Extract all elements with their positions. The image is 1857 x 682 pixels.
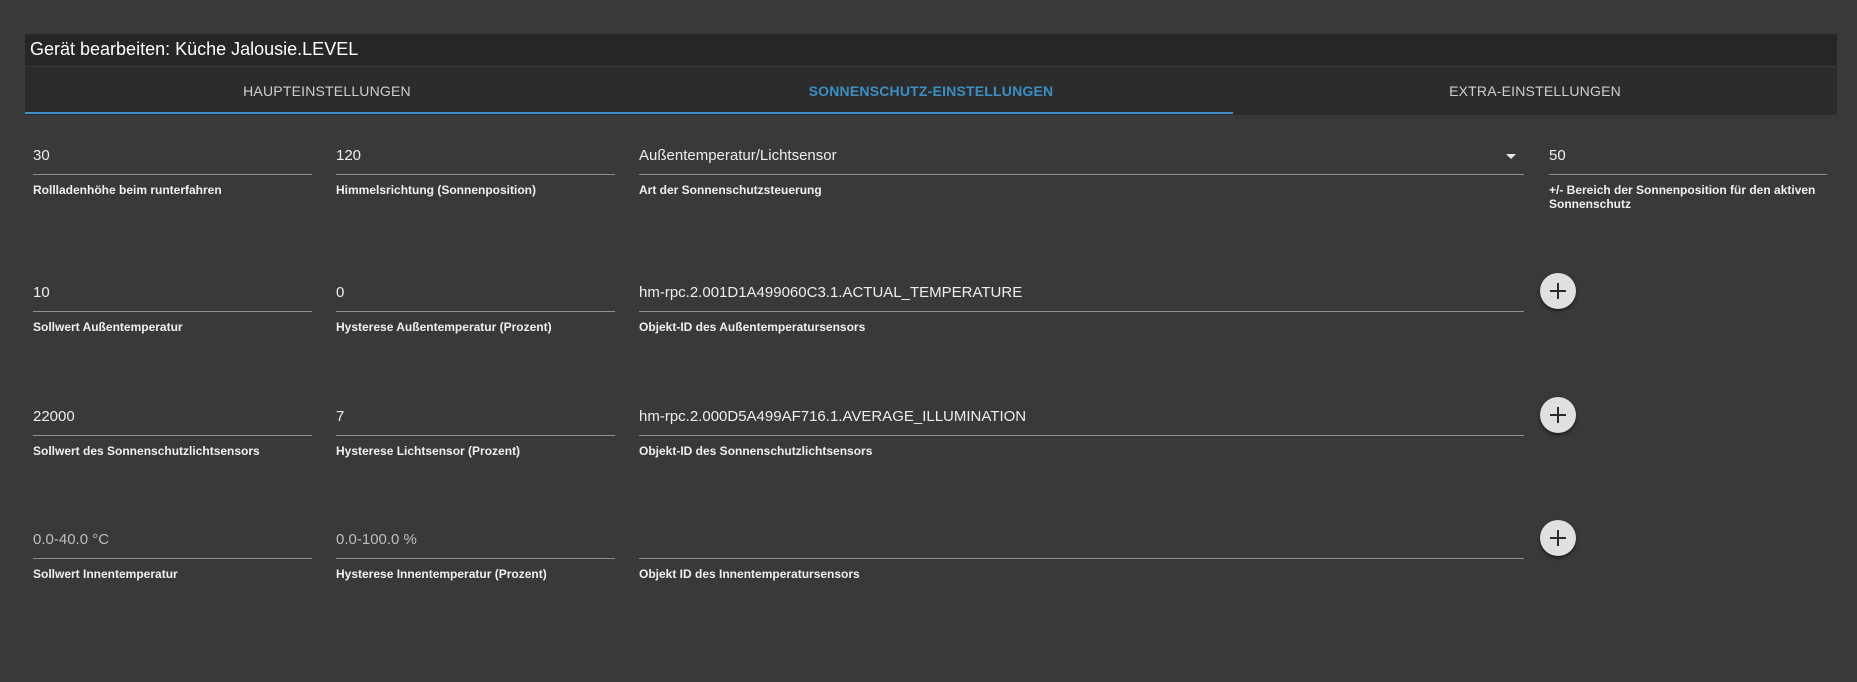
light-setpoint-label: Sollwert des Sonnenschutzlichtsensors xyxy=(33,444,260,458)
sky-direction-input[interactable]: 120 xyxy=(336,144,615,168)
shutter-height-label: Rollladenhöhe beim runterfahren xyxy=(33,183,222,197)
field-underline xyxy=(33,435,312,436)
inside-temp-hysteresis-field[interactable]: 0.0-100.0 % Hysterese Innentemperatur (P… xyxy=(336,528,615,581)
sun-range-input[interactable]: 50 xyxy=(1549,144,1827,168)
outside-temp-hysteresis-input[interactable]: 0 xyxy=(336,281,615,305)
plus-icon xyxy=(1550,407,1566,423)
control-type-label: Art der Sonnenschutzsteuerung xyxy=(639,183,822,197)
outside-temp-hysteresis-label: Hysterese Außentemperatur (Prozent) xyxy=(336,320,552,334)
field-underline xyxy=(33,311,312,312)
outside-temp-hysteresis-field[interactable]: 0 Hysterese Außentemperatur (Prozent) xyxy=(336,281,615,334)
control-type-value[interactable]: Außentemperatur/Lichtsensor xyxy=(639,144,1524,168)
shutter-height-field[interactable]: 30 Rollladenhöhe beim runterfahren xyxy=(33,144,312,197)
active-tab-indicator xyxy=(25,112,1233,114)
inside-temp-sensor-field[interactable]: Objekt ID des Innentemperatursensors xyxy=(639,528,1524,581)
sun-range-field[interactable]: 50 +/- Bereich der Sonnenposition für de… xyxy=(1549,144,1827,211)
light-sensor-field[interactable]: hm-rpc.2.000D5A499AF716.1.AVERAGE_ILLUMI… xyxy=(639,405,1524,458)
add-outside-temp-sensor-button[interactable] xyxy=(1540,273,1576,309)
plus-icon xyxy=(1550,283,1566,299)
tab-haupteinstellungen[interactable]: HAUPTEINSTELLUNGEN xyxy=(25,67,629,115)
dialog-title: Gerät bearbeiten: Küche Jalousie.LEVEL xyxy=(25,34,1837,66)
control-type-select[interactable]: Außentemperatur/Lichtsensor Art der Sonn… xyxy=(639,144,1524,197)
plus-icon xyxy=(1550,530,1566,546)
field-underline xyxy=(639,174,1524,175)
field-underline xyxy=(33,558,312,559)
caret-down-icon[interactable] xyxy=(1506,154,1516,159)
field-underline xyxy=(33,174,312,175)
outside-temp-sensor-input[interactable]: hm-rpc.2.001D1A499060C3.1.ACTUAL_TEMPERA… xyxy=(639,281,1524,305)
field-underline xyxy=(639,435,1524,436)
inside-temp-sensor-label: Objekt ID des Innentemperatursensors xyxy=(639,567,860,581)
inside-temp-setpoint-label: Sollwert Innentemperatur xyxy=(33,567,178,581)
light-setpoint-field[interactable]: 22000 Sollwert des Sonnenschutzlichtsens… xyxy=(33,405,312,458)
outside-temp-setpoint-input[interactable]: 10 xyxy=(33,281,312,305)
inside-temp-setpoint-field[interactable]: 0.0-40.0 °C Sollwert Innentemperatur xyxy=(33,528,312,581)
field-underline xyxy=(639,311,1524,312)
sun-range-label: +/- Bereich der Sonnenposition für den a… xyxy=(1549,183,1816,211)
outside-temp-setpoint-label: Sollwert Außentemperatur xyxy=(33,320,183,334)
inside-temp-hysteresis-label: Hysterese Innentemperatur (Prozent) xyxy=(336,567,547,581)
light-hysteresis-input[interactable]: 7 xyxy=(336,405,615,429)
field-underline xyxy=(639,558,1524,559)
outside-temp-sensor-label: Objekt-ID des Außentemperatursensors xyxy=(639,320,866,334)
tab-sonnenschutz-einstellungen[interactable]: SONNENSCHUTZ-EINSTELLUNGEN xyxy=(629,67,1233,115)
add-light-sensor-button[interactable] xyxy=(1540,397,1576,433)
inside-temp-sensor-input[interactable] xyxy=(639,528,1524,552)
field-underline xyxy=(336,174,615,175)
outside-temp-sensor-field[interactable]: hm-rpc.2.001D1A499060C3.1.ACTUAL_TEMPERA… xyxy=(639,281,1524,334)
tab-bar: HAUPTEINSTELLUNGEN SONNENSCHUTZ-EINSTELL… xyxy=(25,67,1837,115)
inside-temp-hysteresis-input[interactable]: 0.0-100.0 % xyxy=(336,528,615,552)
outside-temp-setpoint-field[interactable]: 10 Sollwert Außentemperatur xyxy=(33,281,312,334)
inside-temp-setpoint-input[interactable]: 0.0-40.0 °C xyxy=(33,528,312,552)
add-inside-temp-sensor-button[interactable] xyxy=(1540,520,1576,556)
light-hysteresis-label: Hysterese Lichtsensor (Prozent) xyxy=(336,444,521,458)
tab-extra-einstellungen[interactable]: EXTRA-EINSTELLUNGEN xyxy=(1233,67,1837,115)
light-setpoint-input[interactable]: 22000 xyxy=(33,405,312,429)
light-hysteresis-field[interactable]: 7 Hysterese Lichtsensor (Prozent) xyxy=(336,405,615,458)
field-underline xyxy=(336,311,615,312)
field-underline xyxy=(1549,174,1827,175)
sky-direction-label: Himmelsrichtung (Sonnenposition) xyxy=(336,183,536,197)
field-underline xyxy=(336,558,615,559)
sky-direction-field[interactable]: 120 Himmelsrichtung (Sonnenposition) xyxy=(336,144,615,197)
field-underline xyxy=(336,435,615,436)
shutter-height-input[interactable]: 30 xyxy=(33,144,312,168)
light-sensor-input[interactable]: hm-rpc.2.000D5A499AF716.1.AVERAGE_ILLUMI… xyxy=(639,405,1524,429)
light-sensor-label: Objekt-ID des Sonnenschutzlichtsensors xyxy=(639,444,873,458)
